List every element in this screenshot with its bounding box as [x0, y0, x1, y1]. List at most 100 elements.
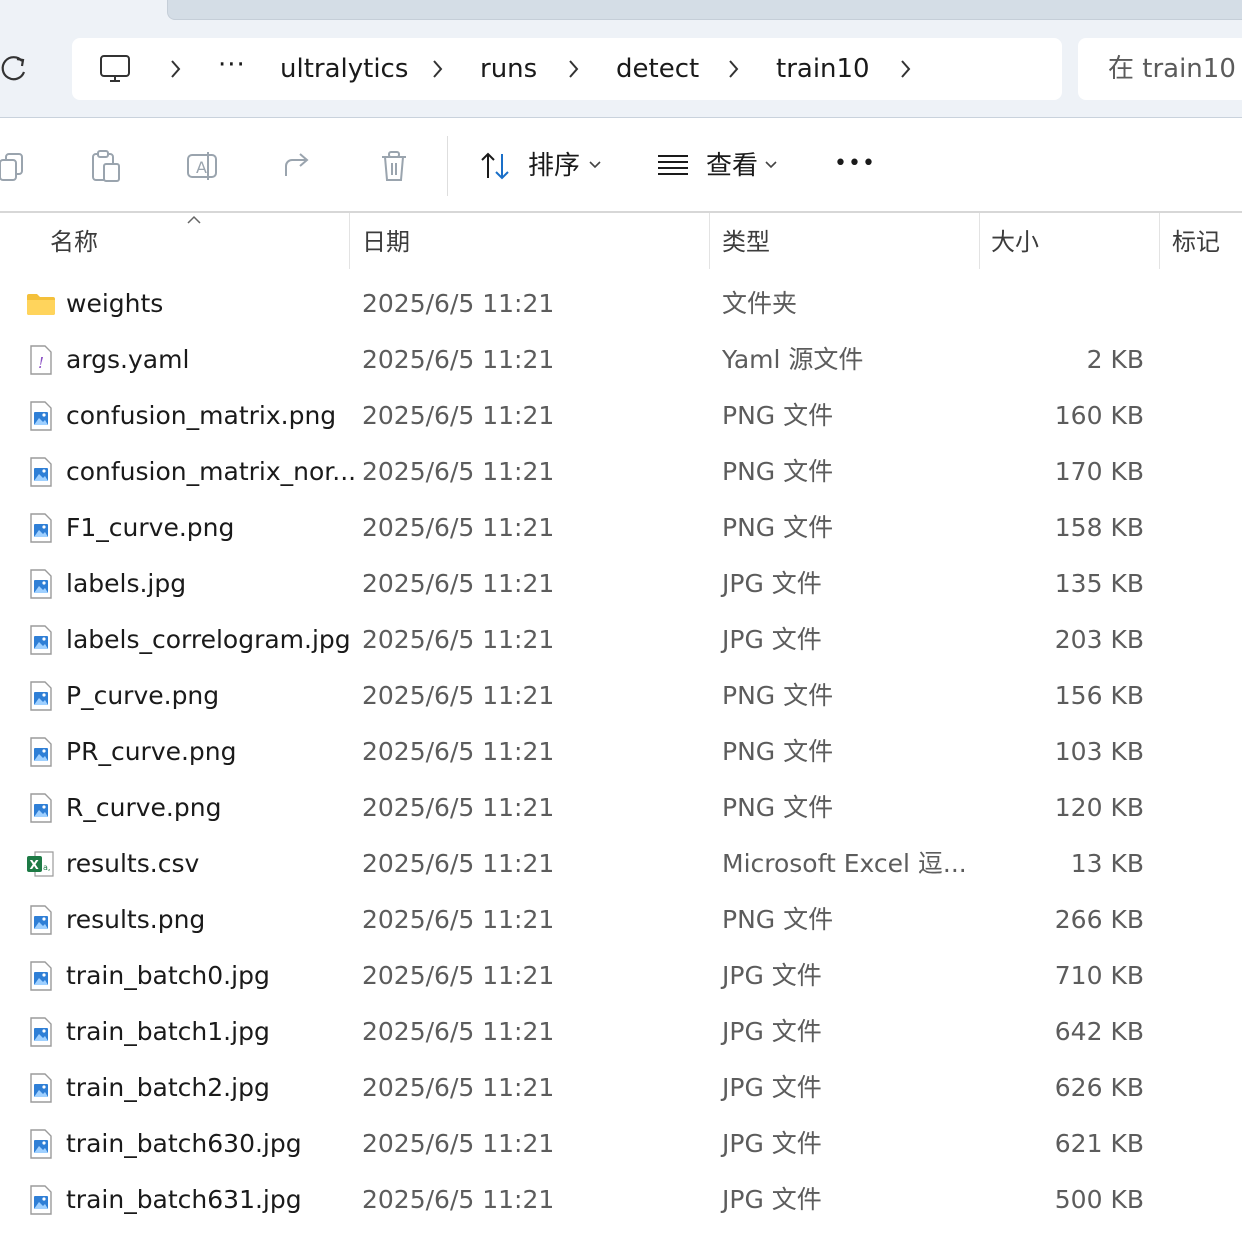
file-row[interactable]: confusion_matrix_nor... 2025/6/5 11:21 PNG…: [0, 444, 1242, 500]
column-header-tag[interactable]: 标记: [1172, 227, 1220, 257]
column-resize-handle[interactable]: [979, 213, 980, 269]
breadcrumb-ultralytics[interactable]: ultralytics: [280, 52, 408, 86]
refresh-button[interactable]: [0, 52, 30, 86]
chevron-right-icon[interactable]: [428, 56, 448, 82]
file-date: 2025/6/5 11:21: [362, 1073, 555, 1102]
file-type: 文件夹: [722, 289, 798, 318]
file-type: JPG 文件: [722, 1073, 822, 1102]
image-file-icon: [26, 960, 56, 992]
image-file-icon: [26, 512, 56, 544]
delete-icon[interactable]: [376, 148, 412, 184]
column-header-name[interactable]: 名称: [50, 227, 98, 257]
file-size: 266 KB: [1054, 905, 1144, 934]
file-row[interactable]: train_batch630.jpg 2025/6/5 11:21 JPG 文件 62…: [0, 1116, 1242, 1172]
file-type: PNG 文件: [722, 793, 834, 822]
sort-ascending-icon: [187, 215, 201, 224]
file-row[interactable]: train_batch631.jpg 2025/6/5 11:21 JPG 文件 50…: [0, 1172, 1242, 1228]
file-row[interactable]: F1_curve.png 2025/6/5 11:21 PNG 文件 158 KB: [0, 500, 1242, 556]
image-file-icon: [26, 456, 56, 488]
file-row[interactable]: train_batch2.jpg 2025/6/5 11:21 JPG 文件 626 …: [0, 1060, 1242, 1116]
title-bar: ··· ultralytics runs detect train10 在 tr…: [0, 0, 1242, 118]
column-header-date[interactable]: 日期: [362, 227, 410, 257]
column-resize-handle[interactable]: [349, 213, 350, 269]
view-button[interactable]: 查看: [656, 148, 786, 184]
file-row[interactable]: results.png 2025/6/5 11:21 PNG 文件 266 KB: [0, 892, 1242, 948]
file-size: 642 KB: [1054, 1017, 1144, 1046]
more-icon: •••: [834, 151, 876, 176]
rename-icon[interactable]: A: [184, 148, 220, 184]
paste-icon[interactable]: [88, 148, 124, 184]
file-row[interactable]: PR_curve.png 2025/6/5 11:21 PNG 文件 103 KB: [0, 724, 1242, 780]
file-name: labels.jpg: [66, 569, 187, 598]
address-bar[interactable]: ··· ultralytics runs detect train10: [72, 38, 1062, 100]
file-type: PNG 文件: [722, 401, 834, 430]
file-date: 2025/6/5 11:21: [362, 345, 555, 374]
file-size: 120 KB: [1054, 793, 1144, 822]
svg-text:X: X: [30, 858, 40, 872]
tab-strip: [167, 0, 1242, 20]
file-name: R_curve.png: [66, 793, 222, 822]
image-file-icon: [26, 904, 56, 936]
file-date: 2025/6/5 11:21: [362, 513, 555, 542]
sort-icon: [481, 152, 509, 180]
chevron-down-icon: [765, 161, 777, 169]
file-row[interactable]: labels_correlogram.jpg 2025/6/5 11:21 JPG …: [0, 612, 1242, 668]
file-row[interactable]: train_batch1.jpg 2025/6/5 11:21 JPG 文件 642 …: [0, 1004, 1242, 1060]
view-label: 查看: [706, 151, 759, 181]
file-name: results.png: [66, 905, 206, 934]
column-header-size[interactable]: 大小: [991, 227, 1039, 257]
file-row[interactable]: P_curve.png 2025/6/5 11:21 PNG 文件 156 KB: [0, 668, 1242, 724]
search-input[interactable]: 在 train10 中: [1108, 52, 1242, 86]
file-row[interactable]: Xa, results.csv 2025/6/5 11:21 Microsoft Ex…: [0, 836, 1242, 892]
share-icon[interactable]: [280, 148, 316, 184]
sort-button[interactable]: 排序: [478, 148, 608, 184]
image-file-icon: [26, 624, 56, 656]
svg-text:a,: a,: [43, 863, 50, 872]
file-name: confusion_matrix_nor...: [66, 457, 357, 486]
image-file-icon: [26, 1128, 56, 1160]
file-date: 2025/6/5 11:21: [362, 1129, 555, 1158]
chevron-right-icon[interactable]: [564, 56, 584, 82]
file-type: JPG 文件: [722, 961, 822, 990]
this-pc-icon[interactable]: [98, 52, 132, 86]
file-row[interactable]: weights 2025/6/5 11:21 文件夹: [0, 276, 1242, 332]
file-date: 2025/6/5 11:21: [362, 681, 555, 710]
copy-icon[interactable]: [0, 148, 30, 184]
breadcrumb-train10[interactable]: train10: [776, 52, 870, 86]
file-name: train_batch630.jpg: [66, 1129, 302, 1158]
column-header-row: 名称 日期 类型 大小 标记: [0, 213, 1242, 269]
column-header-type[interactable]: 类型: [722, 227, 770, 257]
chevron-right-icon[interactable]: [166, 56, 186, 82]
file-row[interactable]: R_curve.png 2025/6/5 11:21 PNG 文件 120 KB: [0, 780, 1242, 836]
command-bar: A 排序 查看 •••: [0, 118, 1242, 212]
file-date: 2025/6/5 11:21: [362, 289, 555, 318]
file-type: Yaml 源文件: [722, 345, 864, 374]
file-row[interactable]: ! args.yaml 2025/6/5 11:21 Yaml 源文件 2 KB: [0, 332, 1242, 388]
file-row[interactable]: confusion_matrix.png 2025/6/5 11:21 PNG 文件…: [0, 388, 1242, 444]
file-date: 2025/6/5 11:21: [362, 961, 555, 990]
column-resize-handle[interactable]: [1159, 213, 1160, 269]
file-row[interactable]: train_batch0.jpg 2025/6/5 11:21 JPG 文件 710 …: [0, 948, 1242, 1004]
file-type: PNG 文件: [722, 737, 834, 766]
column-resize-handle[interactable]: [709, 213, 710, 269]
chevron-down-icon: [589, 161, 601, 169]
chevron-right-icon[interactable]: [896, 56, 916, 82]
list-view-icon: [658, 155, 688, 175]
breadcrumb-runs[interactable]: runs: [480, 52, 537, 86]
search-box[interactable]: 在 train10 中: [1078, 38, 1242, 100]
file-type: PNG 文件: [722, 457, 834, 486]
file-name: train_batch631.jpg: [66, 1185, 302, 1214]
file-size: 626 KB: [1054, 1073, 1144, 1102]
more-options-button[interactable]: •••: [834, 148, 876, 184]
svg-text:A: A: [196, 158, 207, 177]
breadcrumb-detect[interactable]: detect: [616, 52, 699, 86]
chevron-right-icon[interactable]: [724, 56, 744, 82]
file-size: 135 KB: [1054, 569, 1144, 598]
file-row[interactable]: labels.jpg 2025/6/5 11:21 JPG 文件 135 KB: [0, 556, 1242, 612]
breadcrumb-overflow-button[interactable]: ···: [218, 48, 246, 82]
file-size: 710 KB: [1054, 961, 1144, 990]
file-date: 2025/6/5 11:21: [362, 569, 555, 598]
svg-text:!: !: [38, 354, 44, 372]
file-name: train_batch1.jpg: [66, 1017, 270, 1046]
file-type: JPG 文件: [722, 625, 822, 654]
